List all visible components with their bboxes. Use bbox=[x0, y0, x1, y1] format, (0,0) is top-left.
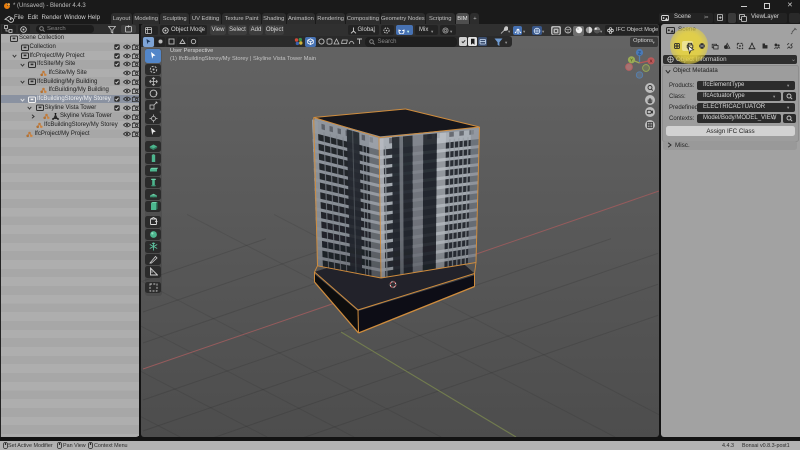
svg-text:Y: Y bbox=[629, 58, 632, 63]
svg-text:Z: Z bbox=[638, 50, 641, 55]
svg-text:X: X bbox=[649, 59, 652, 64]
